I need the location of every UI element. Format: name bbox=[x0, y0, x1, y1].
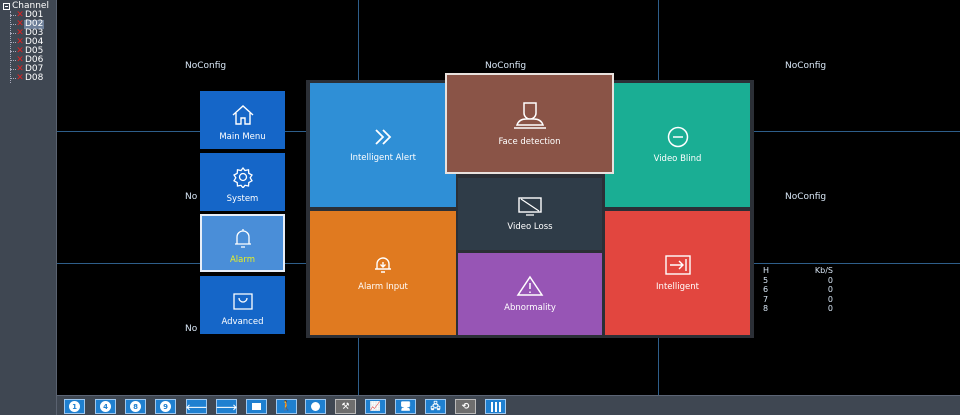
advanced-button[interactable]: Advanced bbox=[200, 276, 285, 334]
tools-icon: ⚒ bbox=[341, 401, 350, 412]
main-menu-button[interactable]: Main Menu bbox=[200, 91, 285, 149]
layout-1-button[interactable]: 1 bbox=[64, 399, 85, 414]
walk-icon: 🚶 bbox=[280, 401, 293, 412]
alarm-button[interactable]: Alarm bbox=[200, 214, 285, 272]
snapshot-button[interactable]: ⟲ bbox=[455, 399, 476, 414]
channel-item-d08[interactable]: ✕ D08 bbox=[10, 74, 44, 83]
face-icon bbox=[513, 101, 546, 129]
minus-circle-icon bbox=[667, 126, 688, 148]
arrow-left-icon: 🡐 bbox=[185, 402, 208, 412]
previous-button[interactable]: 🡐 bbox=[186, 399, 207, 414]
ptz-button[interactable]: ⚒ bbox=[335, 399, 356, 414]
camera-label: No bbox=[185, 192, 198, 202]
camera-label: NoConfig bbox=[485, 61, 527, 71]
system-button[interactable]: System bbox=[200, 153, 285, 211]
patrol-button[interactable]: 🚶 bbox=[276, 399, 297, 414]
monitor-icon: 🖥 bbox=[399, 401, 412, 412]
camera-label: No bbox=[185, 324, 198, 334]
layout-4-button[interactable]: 4 bbox=[95, 399, 116, 414]
monitor-off-icon bbox=[518, 197, 542, 216]
color-button[interactable]: 📈 bbox=[365, 399, 386, 414]
alarm-input-tile[interactable]: Alarm Input bbox=[310, 211, 456, 335]
home-icon bbox=[232, 105, 253, 125]
recycle-icon: ⟲ bbox=[461, 401, 470, 412]
network-button[interactable]: 🖧 bbox=[425, 399, 446, 414]
bitrate-stats: H Kb/S 50 60 70 80 bbox=[763, 266, 833, 313]
bottom-toolbar: 1 4 8 9 🡐 🡒 🚶 ⚒ 📈 🖥 🖧 ⟲ bbox=[57, 395, 960, 415]
face-detection-tile[interactable]: Face detection bbox=[445, 73, 614, 174]
camera-label: NoConfig bbox=[185, 61, 227, 71]
double-chevron-icon bbox=[375, 129, 392, 145]
chart-icon: 📈 bbox=[369, 401, 382, 412]
gear-icon bbox=[232, 166, 253, 188]
record-button[interactable] bbox=[305, 399, 326, 414]
next-button[interactable]: 🡒 bbox=[216, 399, 237, 414]
bag-icon bbox=[232, 293, 253, 310]
bell-icon bbox=[234, 229, 251, 248]
square-icon bbox=[252, 403, 261, 410]
fullscreen-button[interactable] bbox=[246, 399, 267, 414]
layout-9-button[interactable]: 9 bbox=[155, 399, 176, 414]
qrcode-icon bbox=[490, 401, 501, 412]
qrcode-button[interactable] bbox=[485, 399, 506, 414]
video-blind-tile[interactable]: Video Blind bbox=[605, 83, 750, 207]
output-button[interactable]: 🖥 bbox=[395, 399, 416, 414]
signin-icon bbox=[664, 255, 691, 275]
camera-label: NoConfig bbox=[785, 61, 827, 71]
video-loss-tile[interactable]: Video Loss bbox=[458, 178, 602, 250]
warning-icon bbox=[516, 275, 544, 296]
channel-panel: Channel ✕ D01 ✕ D02 ✕ D03 ✕ D04 ✕ D05 ✕ D06 ✕ D… bbox=[0, 0, 57, 415]
network-icon: 🖧 bbox=[430, 401, 441, 412]
collapse-icon[interactable] bbox=[3, 2, 10, 10]
offline-icon: ✕ bbox=[16, 73, 24, 83]
alarm-in-icon bbox=[375, 257, 391, 273]
intelligent-tile[interactable]: Intelligent bbox=[605, 211, 750, 335]
arrow-right-icon: 🡒 bbox=[215, 402, 238, 412]
layout-8-button[interactable]: 8 bbox=[125, 399, 146, 414]
camera-label: NoConfig bbox=[785, 192, 827, 202]
intelligent-alert-tile[interactable]: Intelligent Alert bbox=[310, 83, 456, 207]
user-icon bbox=[311, 402, 320, 411]
abnormality-tile[interactable]: Abnormality bbox=[458, 253, 602, 335]
